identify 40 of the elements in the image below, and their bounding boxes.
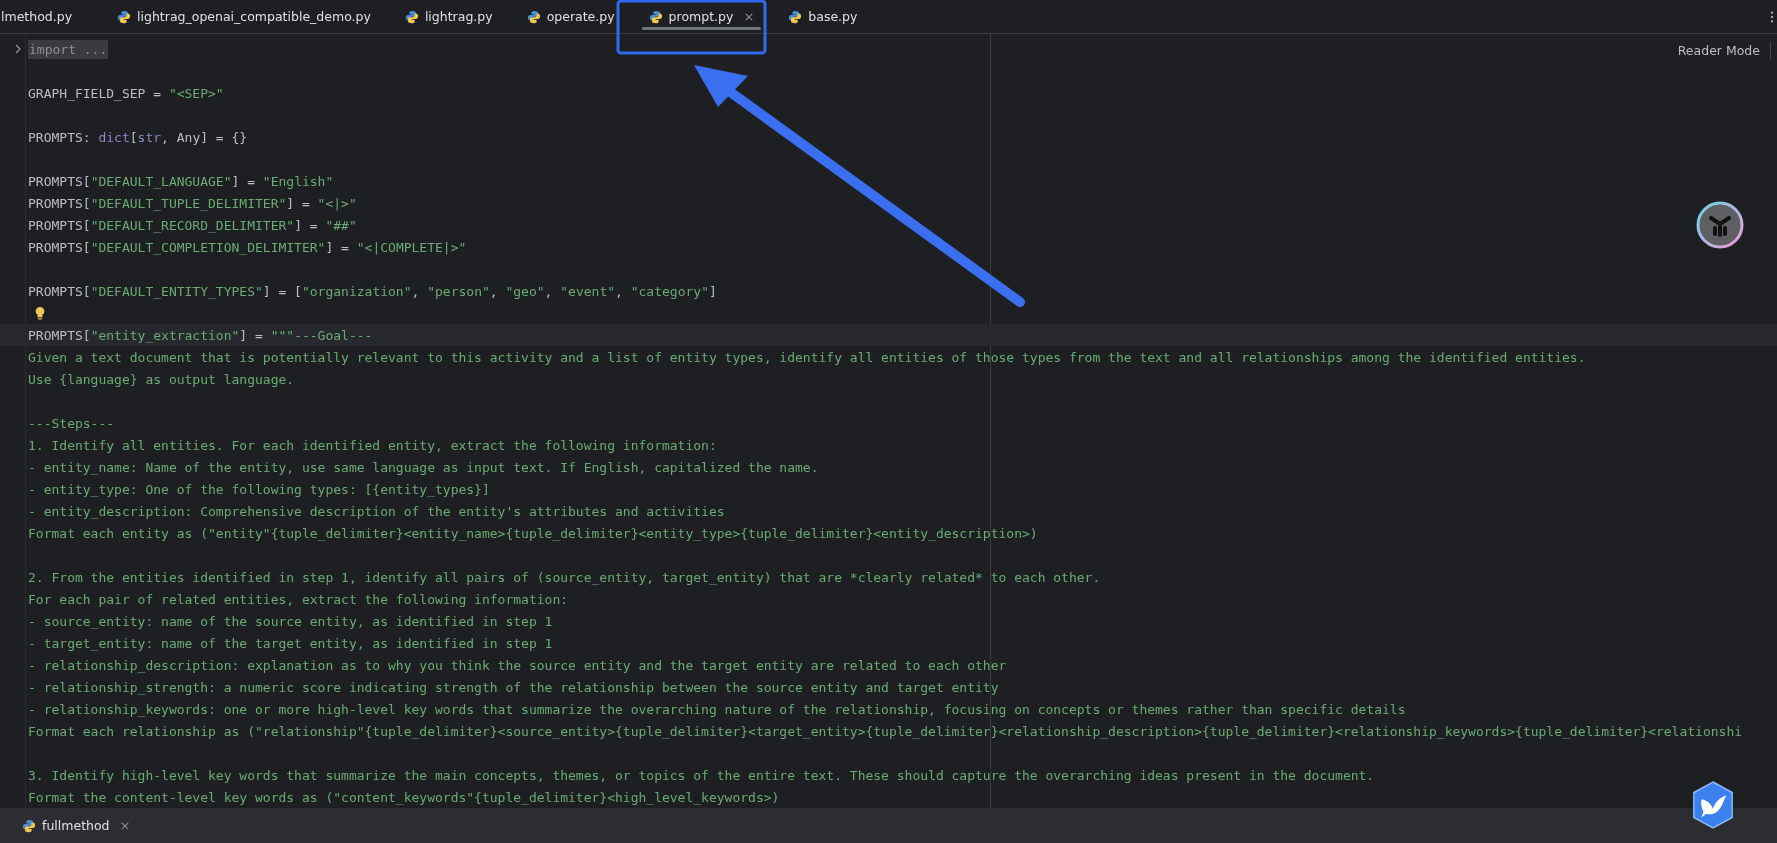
code-line: PROMPTS["DEFAULT_COMPLETION_DELIMITER"] = "<|COMPLETE|>" [28, 239, 467, 255]
code-line: For each pair of related entities, extract the following information: [28, 591, 569, 607]
code-line: - source_entity: name of the source entity, as identified in step 1 [28, 613, 553, 629]
expand-icon[interactable] [14, 43, 22, 55]
code-line: PROMPTS["entity_extraction"] = """---Goal--- [28, 327, 373, 343]
code-line: - relationship_description: explanation as to why you think the source entity and the target entity are related to each other [28, 657, 1007, 673]
code-line: - relationship_keywords: one or more high-level key words that summarize the overarching nature of the relationship, focusing on concepts or themes rather than specific details [28, 701, 1406, 717]
file-tab[interactable]: operate.py [509, 0, 632, 33]
reader-mode-toggle[interactable]: Reader Mode [1677, 40, 1760, 61]
more-icon[interactable] [1770, 9, 1774, 24]
file-tab[interactable]: prompt.py × [631, 0, 772, 33]
code-line: Given a text document that is potentially relevant to this activity and a list of entity types, identify all entities of those types from the text and all relationships among the identified entities. [28, 349, 1586, 365]
bird-logo-icon[interactable] [1690, 780, 1736, 830]
code-line: 1. Identify all entities. For each identified entity, extract the following information: [28, 437, 717, 453]
code-line: - relationship_strength: a numeric score indicating strength of the relationship between the source entity and target entity [28, 679, 999, 695]
lightbulb-icon[interactable] [34, 305, 46, 321]
code-line: Format each relationship as ("relationship"{tuple_delimiter}<source_entity>{tuple_delimiter}<target_entity>{tuple_delimiter}<relationship_description>{tuple_delimiter}<relationship_keywords>{tuple_delimiter}<relationshi [28, 723, 1743, 739]
file-tab[interactable]: lightrag_openai_compatible_demo.py [100, 0, 388, 33]
code-line: - entity_description: Comprehensive description of the entity's attributes and activities [28, 503, 725, 519]
python-icon [22, 818, 36, 833]
code-line: ---Steps--- [28, 415, 115, 431]
assistant-icon[interactable] [1696, 201, 1744, 249]
code-line: Format the content-level key words as ("content_keywords"{tuple_delimiter}<high_level_keywords>) [28, 789, 780, 805]
code-line: GRAPH_FIELD_SEP = "<SEP>" [28, 85, 224, 101]
code-line: Use {language} as output language. [28, 371, 295, 387]
code-line: - target_entity: name of the target entity, as identified in step 1 [28, 635, 553, 651]
code-line: PROMPTS: dict[str, Any] = {} [28, 129, 248, 145]
code-line: PROMPTS["DEFAULT_ENTITY_TYPES"] = ["organization", "person", "geo", "event", "category"] [28, 283, 717, 299]
file-tab[interactable]: base.py [771, 0, 875, 33]
code-line: Format each entity as ("entity"{tuple_delimiter}<entity_name>{tuple_delimiter}<entity_type>{tuple_delimiter}<entity_description>) [28, 525, 1038, 541]
code-line: - entity_type: One of the following types: [{entity_types}] [28, 481, 490, 497]
code-line: PROMPTS["DEFAULT_RECORD_DELIMITER"] = "##" [28, 217, 357, 233]
code-line: 3. Identify high-level key words that summarize the main concepts, themes, or topics of the entire text. These should capture the overarching ideas present in the document. [28, 767, 1375, 783]
file-tab[interactable]: lmethod.py [0, 0, 101, 33]
run-tab[interactable]: fullmethod × [18, 814, 135, 837]
code-line: PROMPTS["DEFAULT_TUPLE_DELIMITER"] = "<|>" [28, 195, 357, 211]
code-line: 2. From the entities identified in step 1, identify all pairs of (source_entity, target_entity) that are *clearly related* to each other. [28, 569, 1101, 585]
code-line: PROMPTS["DEFAULT_LANGUAGE"] = "English" [28, 173, 334, 189]
file-tab[interactable]: lightrag.py [387, 0, 510, 33]
code-line: - entity_name: Name of the entity, use same language as input text. If English, capitalized the name. [28, 459, 819, 475]
